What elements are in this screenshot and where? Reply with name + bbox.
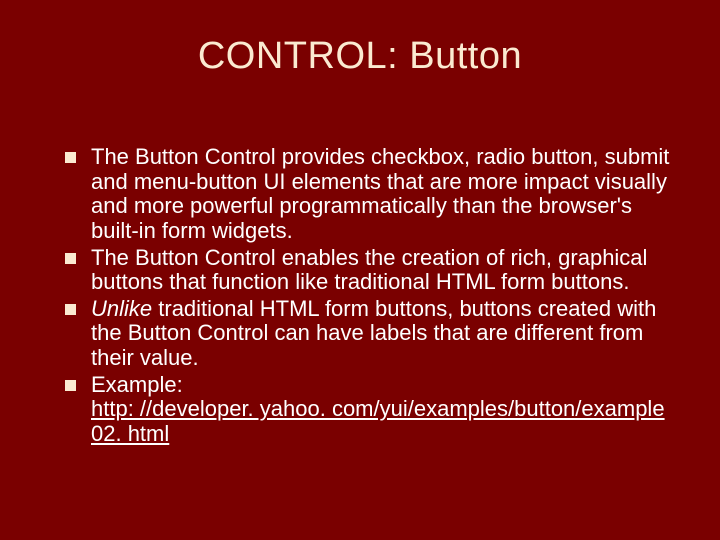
example-label: Example: — [91, 372, 183, 397]
italic-word: Unlike — [91, 296, 152, 321]
bullet-text: Example:http: //developer. yahoo. com/yu… — [91, 373, 675, 447]
square-bullet-icon — [65, 253, 76, 264]
list-item: The Button Control provides checkbox, ra… — [65, 145, 675, 244]
example-link[interactable]: http: //developer. yahoo. com/yui/exampl… — [91, 396, 665, 446]
bullet-text: Unlike traditional HTML form buttons, bu… — [91, 297, 675, 371]
square-bullet-icon — [65, 152, 76, 163]
list-item: Unlike traditional HTML form buttons, bu… — [65, 297, 675, 371]
bullet-text: The Button Control provides checkbox, ra… — [91, 145, 675, 244]
list-item: The Button Control enables the creation … — [65, 246, 675, 295]
bullet-text: The Button Control enables the creation … — [91, 246, 675, 295]
slide-title: CONTROL: Button — [0, 0, 720, 78]
square-bullet-icon — [65, 380, 76, 391]
list-item: Example:http: //developer. yahoo. com/yu… — [65, 373, 675, 447]
square-bullet-icon — [65, 304, 76, 315]
bullet-text-rest: traditional HTML form buttons, buttons c… — [91, 296, 656, 370]
slide: CONTROL: Button The Button Control provi… — [0, 0, 720, 540]
slide-body: The Button Control provides checkbox, ra… — [65, 145, 675, 449]
